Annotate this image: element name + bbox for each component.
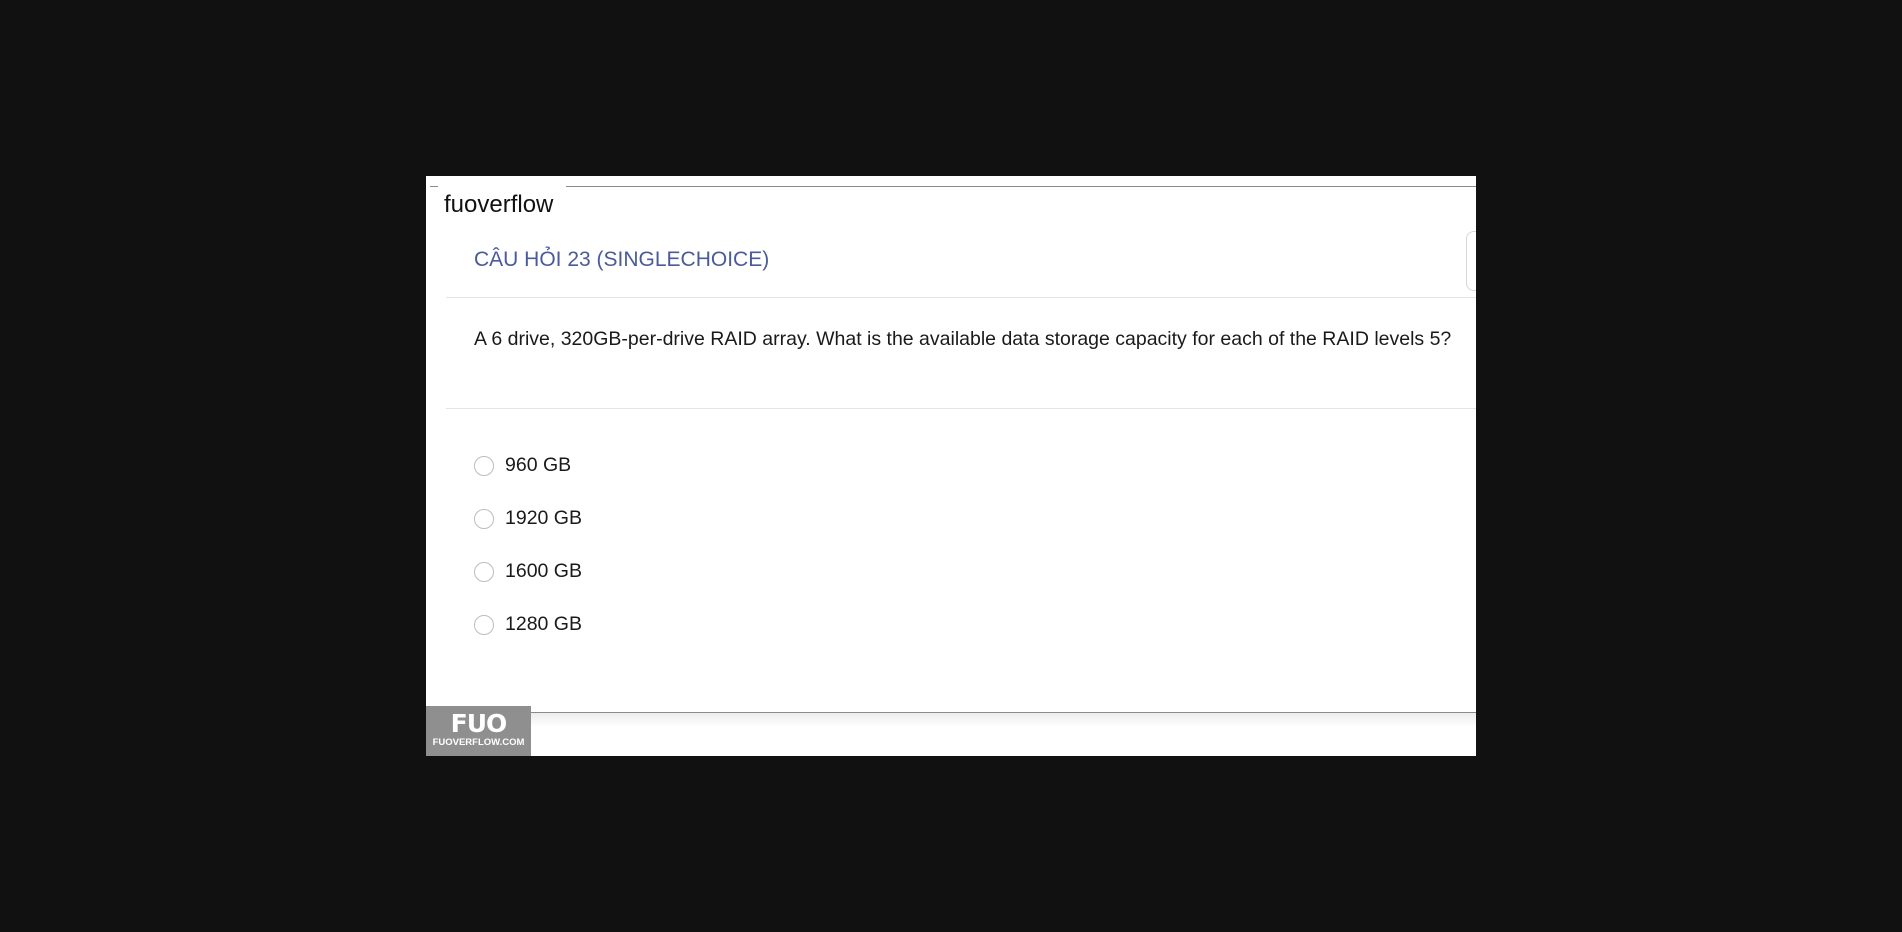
watermark-logo: FUO FUOVERFLOW.COM [426, 706, 531, 756]
answer-option[interactable]: 1280 GB [474, 598, 582, 651]
answer-option-label: 960 GB [505, 454, 572, 476]
answer-option-label: 1280 GB [505, 613, 582, 635]
answer-option-label: 1920 GB [505, 507, 582, 529]
bottom-shadow [426, 713, 1476, 727]
answer-options: 960 GB 1920 GB 1600 GB 1280 GB [474, 439, 582, 651]
question-text: A 6 drive, 320GB-per-drive RAID array. W… [474, 328, 1452, 350]
top-divider [566, 186, 1476, 187]
answer-option[interactable]: 1600 GB [474, 545, 582, 598]
header-divider [446, 297, 1476, 298]
radio-button[interactable] [474, 561, 494, 582]
answer-option[interactable]: 960 GB [474, 439, 582, 492]
question-header: CÂU HỎI 23 (SINGLECHOICE) [474, 248, 770, 271]
radio-button[interactable] [474, 614, 494, 635]
question-divider [446, 408, 1476, 409]
bottom-divider [426, 712, 1476, 713]
side-card-edge [1466, 231, 1476, 291]
watermark-logo-mark: FUO [450, 709, 508, 738]
site-name: fuoverflow [444, 191, 554, 218]
radio-button[interactable] [474, 455, 494, 476]
answer-option-label: 1600 GB [505, 560, 582, 582]
watermark-url: FUOVERFLOW.COM [432, 737, 525, 748]
radio-button[interactable] [474, 508, 494, 529]
quiz-frame: fuoverflow CÂU HỎI 23 (SINGLECHOICE) A 6… [426, 176, 1476, 756]
answer-option[interactable]: 1920 GB [474, 492, 582, 545]
top-divider-left [430, 186, 438, 187]
